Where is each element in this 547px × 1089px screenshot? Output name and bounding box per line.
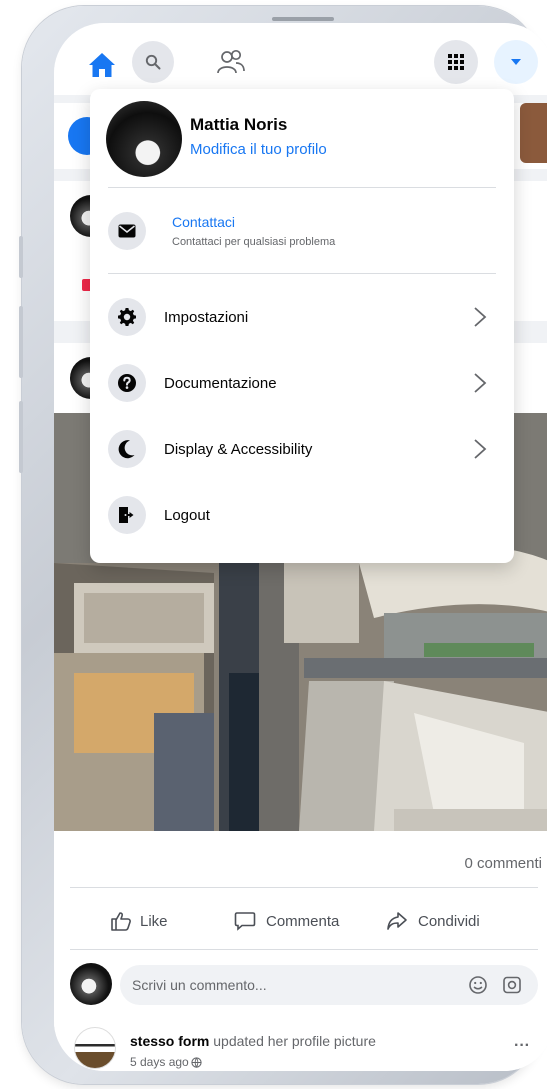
- account-dropdown: Mattia Noris Modifica il tuo profilo Con…: [90, 89, 514, 563]
- logout-icon: [108, 496, 146, 534]
- home-button[interactable]: [82, 45, 122, 85]
- documentation-label: Documentazione: [164, 374, 277, 392]
- comment-icon: [234, 912, 256, 931]
- post-timestamp[interactable]: 5 days ago: [130, 1055, 189, 1069]
- comment-button[interactable]: Commenta: [234, 911, 339, 931]
- comment-label: Commenta: [266, 912, 340, 930]
- story-thumbnail[interactable]: [520, 103, 547, 163]
- phone-frame: 0 commenti Like Commenta Condividi Scriv…: [19, 6, 547, 1084]
- like-label: Like: [140, 912, 168, 930]
- phone-side-button: [19, 236, 23, 278]
- phone-side-button: [19, 401, 23, 473]
- chevron-down-icon: [511, 59, 521, 65]
- contact-title: Contattaci: [172, 214, 236, 230]
- phone-speaker: [272, 17, 334, 21]
- post-author[interactable]: stesso form: [130, 1033, 209, 1049]
- avatar: [74, 1027, 116, 1069]
- gear-icon: [108, 298, 146, 336]
- thumbs-up-icon: [111, 912, 131, 931]
- post-more-button[interactable]: ···: [514, 1037, 530, 1055]
- post-action-text: updated her profile picture: [213, 1033, 376, 1049]
- phone-side-button: [19, 306, 23, 378]
- menu-grid-button[interactable]: [434, 40, 478, 84]
- grid-icon: [448, 54, 464, 70]
- comments-count[interactable]: 0 commenti: [464, 855, 542, 872]
- contact-text: Contattaci Contattaci per qualsiasi prob…: [172, 214, 335, 248]
- next-post-header: stesso form updated her profile picture: [130, 1033, 376, 1049]
- menu-item-settings[interactable]: Impostazioni: [108, 289, 498, 345]
- divider: [70, 949, 538, 950]
- next-post-card: stesso form updated her profile picture …: [54, 1015, 547, 1071]
- emoji-icon[interactable]: [468, 975, 488, 995]
- home-icon: [89, 53, 115, 77]
- comment-input[interactable]: Scrivi un commento...: [120, 965, 538, 1005]
- settings-label: Impostazioni: [164, 308, 249, 326]
- divider: [108, 187, 496, 188]
- app-screen: 0 commenti Like Commenta Condividi Scriv…: [54, 23, 547, 1071]
- friends-button[interactable]: [210, 41, 252, 83]
- account-menu-button[interactable]: [494, 40, 538, 84]
- comment-placeholder: Scrivi un commento...: [132, 977, 267, 993]
- share-icon: [387, 912, 407, 930]
- search-icon: [145, 54, 161, 70]
- menu-item-documentation[interactable]: Documentazione: [108, 355, 498, 411]
- search-button[interactable]: [132, 41, 174, 83]
- chevron-right-icon: [474, 307, 487, 327]
- edit-profile-link[interactable]: Modifica il tuo profilo: [190, 141, 327, 158]
- globe-icon: [191, 1056, 202, 1068]
- menu-item-contact[interactable]: Contattaci Contattaci per qualsiasi prob…: [108, 201, 498, 261]
- divider: [108, 273, 496, 274]
- menu-item-display[interactable]: Display & Accessibility: [108, 421, 498, 477]
- post-timestamp-row: 5 days ago: [130, 1055, 202, 1069]
- display-label: Display & Accessibility: [164, 440, 313, 458]
- profile-avatar[interactable]: [106, 101, 182, 177]
- chevron-right-icon: [474, 439, 487, 459]
- avatar: [70, 963, 112, 1005]
- profile-name[interactable]: Mattia Noris: [190, 115, 287, 135]
- top-nav-bar: [54, 23, 547, 95]
- share-button[interactable]: Condividi: [386, 911, 480, 931]
- question-icon: [108, 364, 146, 402]
- mail-icon: [108, 212, 146, 250]
- friends-icon: [217, 49, 245, 74]
- contact-subtitle: Contattaci per qualsiasi problema: [172, 236, 336, 248]
- camera-icon[interactable]: [502, 975, 522, 995]
- moon-icon: [108, 430, 146, 468]
- share-label: Condividi: [418, 912, 480, 930]
- chevron-right-icon: [474, 373, 487, 393]
- like-button[interactable]: Like: [110, 911, 168, 931]
- divider: [70, 887, 538, 888]
- logout-label: Logout: [164, 506, 210, 524]
- menu-item-logout[interactable]: Logout: [108, 487, 498, 543]
